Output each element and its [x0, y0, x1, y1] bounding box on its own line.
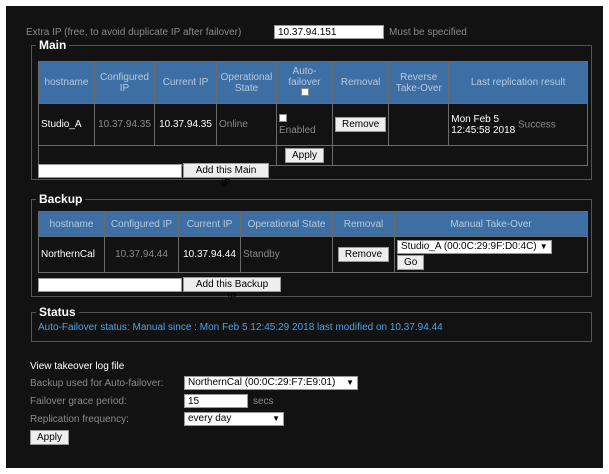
backup-header-configured-ip: Configured IP: [104, 211, 179, 237]
takeover-select[interactable]: Studio_A (00:0C:29:9F:D0:4C) ▼: [397, 239, 552, 254]
chevron-down-icon: ▼: [539, 241, 548, 251]
status-legend: Status: [36, 305, 79, 319]
settings-apply-button[interactable]: Apply: [30, 430, 70, 445]
grace-period-input[interactable]: [184, 394, 248, 408]
backup-legend: Backup: [36, 192, 86, 206]
backup-header-removal: Removal: [332, 211, 395, 237]
replication-frequency-label: Replication frequency:: [30, 414, 129, 425]
backup-header-manual-takeover: Manual Take-Over: [394, 211, 588, 237]
backup-auto-failover-select[interactable]: NorthernCal (00:0C:29:F7:E9:01) ▼: [184, 376, 358, 390]
backup-current-ip: 10.37.94.44: [178, 236, 241, 273]
auto-failover-label: Enabled: [279, 124, 316, 136]
main-table: hostname Configured IP Current IP Operat…: [38, 61, 588, 166]
main-header-auto-failover: Auto-failover: [276, 61, 333, 104]
main-apply-button[interactable]: Apply: [284, 148, 324, 163]
backup-header-hostname: hostname: [38, 211, 105, 237]
main-removal-cell: Remove: [331, 103, 390, 146]
add-backup-ip-button[interactable]: Add this Backup IP: [183, 277, 281, 303]
extra-ip-label: Extra IP (free, to avoid duplicate IP af…: [26, 27, 242, 38]
table-row: Studio_A 10.37.94.35 10.37.94.35 Online …: [38, 103, 588, 146]
main-auto-failover-cell: Enabled: [276, 103, 333, 146]
main-last-result-cell: Mon Feb 5 12:45:58 2018 Success: [448, 103, 588, 146]
main-remove-button[interactable]: Remove: [335, 117, 387, 132]
main-state: Online: [216, 103, 277, 146]
chevron-down-icon: ▼: [346, 378, 354, 387]
main-hostname: Studio_A: [38, 103, 95, 146]
add-main-ip-button[interactable]: Add this Main IP: [183, 163, 269, 189]
main-header-removal: Removal: [331, 61, 390, 104]
grace-period-label: Failover grace period:: [30, 396, 127, 407]
main-last-date: Mon Feb 5: [451, 113, 500, 125]
main-header-last-replication: Last replication result: [448, 61, 588, 104]
backup-hostname: NorthernCal: [38, 236, 105, 273]
header-checkbox[interactable]: [300, 88, 309, 96]
backup-takeover-cell: Studio_A (00:0C:29:9F:D0:4C) ▼ Go: [394, 236, 588, 273]
backup-auto-failover-label: Backup used for Auto-failover:: [30, 378, 164, 389]
main-legend: Main: [36, 38, 70, 52]
backup-remove-button[interactable]: Remove: [337, 247, 390, 262]
grace-period-unit: secs: [253, 396, 274, 407]
backup-header-current-ip: Current IP: [178, 211, 241, 237]
backup-configured-ip: 10.37.94.44: [104, 236, 179, 273]
auto-failover-checkbox[interactable]: [279, 113, 287, 122]
replication-frequency-select[interactable]: every day ▼: [184, 412, 284, 426]
status-text: Auto-Failover status: Manual since : Mon…: [38, 322, 443, 333]
chevron-down-icon: ▼: [272, 414, 280, 423]
main-last-time: 12:45:58 2018: [451, 124, 516, 136]
main-header-hostname: hostname: [38, 61, 95, 104]
view-log-link[interactable]: View takeover log file: [30, 361, 124, 372]
extra-ip-input[interactable]: [274, 25, 384, 39]
backup-state: Standby: [240, 236, 333, 273]
main-current-ip: 10.37.94.35: [154, 103, 217, 146]
main-header-current-ip: Current IP: [154, 61, 217, 104]
backup-header-operational-state: Operational State: [240, 211, 333, 237]
main-last-result: Success: [517, 119, 556, 130]
main-reverse-takeover-cell: [388, 103, 450, 146]
backup-removal-cell: Remove: [332, 236, 395, 273]
main-header-configured-ip: Configured IP: [94, 61, 155, 104]
table-row: NorthernCal 10.37.94.44 10.37.94.44 Stan…: [38, 236, 588, 273]
main-header-operational-state: Operational State: [216, 61, 277, 104]
takeover-go-button[interactable]: Go: [397, 254, 425, 270]
backup-ip-input[interactable]: [38, 278, 182, 292]
main-configured-ip: 10.37.94.35: [94, 103, 155, 146]
main-header-reverse-takeover: Reverse Take-Over: [388, 61, 450, 104]
replication-panel: Extra IP (free, to avoid duplicate IP af…: [6, 6, 603, 468]
backup-table: hostname Configured IP Current IP Operat…: [38, 211, 588, 273]
extra-ip-note: Must be specified: [389, 27, 467, 38]
main-ip-input[interactable]: [38, 164, 182, 178]
